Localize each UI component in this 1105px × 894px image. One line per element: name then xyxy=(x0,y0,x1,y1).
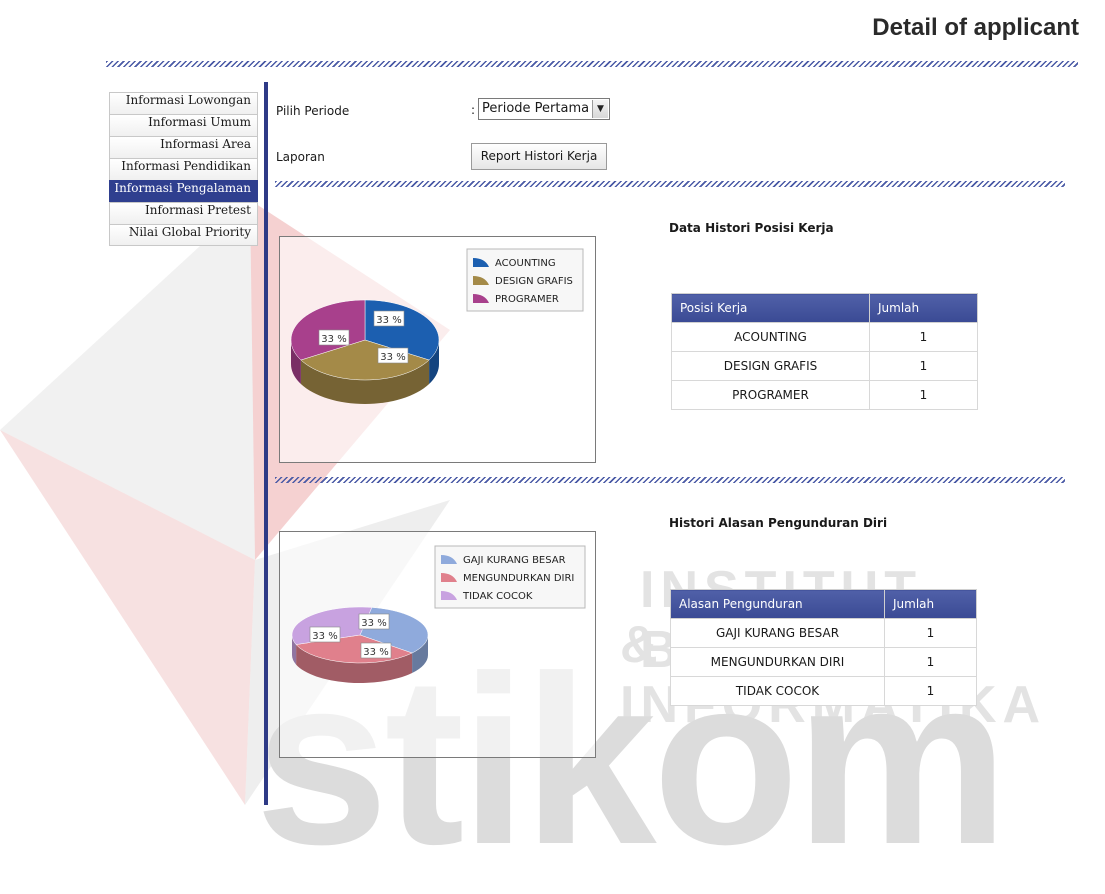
data-label-text: 33 % xyxy=(380,352,405,363)
chevron-down-icon[interactable]: ▼ xyxy=(592,100,608,118)
table-cell: PROGRAMER xyxy=(671,380,870,410)
pie-data-label: 33 % xyxy=(373,310,405,327)
page-title: Detail of applicant xyxy=(872,14,1079,41)
sidebar-item-lowongan[interactable]: Informasi Lowongan xyxy=(109,92,258,114)
column-header: Alasan Pengunduran xyxy=(670,589,885,619)
table-cell: 1 xyxy=(884,676,977,706)
table-cell: GAJI KURANG BESAR xyxy=(670,618,885,648)
data-label-text: 33 % xyxy=(321,334,346,345)
table-cell: DESIGN GRAFIS xyxy=(671,351,870,381)
report-histori-kerja-button[interactable]: Report Histori Kerja xyxy=(471,143,607,170)
pie-chart-svg-2: 33 % 33 % 33 % GAJI KURANG BESAR MENGUNDURKA… xyxy=(291,545,586,683)
section-divider-1 xyxy=(275,181,1065,187)
legend-label: ACOUNTING xyxy=(495,258,556,269)
legend-label: MENGUNDURKAN DIRI xyxy=(463,573,574,584)
table-row: ACOUNTING 1 xyxy=(671,322,978,352)
section-title-posisi-kerja: Data Histori Posisi Kerja xyxy=(669,221,834,235)
table-header-row: Posisi Kerja Jumlah xyxy=(671,293,978,323)
sidebar-item-area[interactable]: Informasi Area xyxy=(109,136,258,158)
table-row: PROGRAMER 1 xyxy=(671,380,978,410)
table-cell: ACOUNTING xyxy=(671,322,870,352)
sidebar-menu: Informasi Lowongan Informasi Umum Inform… xyxy=(109,92,258,246)
pie-data-label: 33 % xyxy=(318,329,350,346)
pie-data-label: 33 % xyxy=(358,613,390,630)
legend-label: TIDAK COCOK xyxy=(462,591,533,602)
chart-legend: ACOUNTING DESIGN GRAFIS PROGRAMER xyxy=(466,248,584,312)
table-cell: 1 xyxy=(884,647,977,677)
data-label-text: 33 % xyxy=(376,315,401,326)
table-cell: 1 xyxy=(869,322,978,352)
pie-data-label: 33 % xyxy=(309,626,341,643)
laporan-label: Laporan xyxy=(276,150,325,164)
table-cell: TIDAK COCOK xyxy=(670,676,885,706)
table-cell: 1 xyxy=(884,618,977,648)
data-label-text: 33 % xyxy=(361,618,386,629)
sidebar-item-global-priority[interactable]: Nilai Global Priority xyxy=(109,224,258,246)
periode-colon: : xyxy=(471,103,476,117)
pie-chart-svg-1: 33 % 33 % 33 % ACOUNTING DESIGN GRAFIS PROGRA… xyxy=(290,248,584,404)
periode-select-value: Periode Pertama xyxy=(482,101,590,116)
table-posisi-kerja: Posisi Kerja Jumlah ACOUNTING 1 DESIGN G… xyxy=(671,293,978,410)
chart-legend: GAJI KURANG BESAR MENGUNDURKAN DIRI TIDAK … xyxy=(434,545,586,609)
pie-chart-alasan-pengunduran: 33 % 33 % 33 % GAJI KURANG BESAR MENGUNDURKA… xyxy=(279,531,596,758)
legend-label: PROGRAMER xyxy=(495,294,559,305)
table-alasan-pengunduran: Alasan Pengunduran Jumlah GAJI KURANG BE… xyxy=(670,589,977,706)
sidebar-item-pengalaman[interactable]: Informasi Pengalaman xyxy=(109,180,258,202)
legend-label: DESIGN GRAFIS xyxy=(495,276,573,287)
table-header-row: Alasan Pengunduran Jumlah xyxy=(670,589,977,619)
pie-data-label: 33 % xyxy=(377,347,409,364)
vertical-divider xyxy=(264,82,268,805)
sidebar-item-umum[interactable]: Informasi Umum xyxy=(109,114,258,136)
sidebar-item-pretest[interactable]: Informasi Pretest xyxy=(109,202,258,224)
table-row: TIDAK COCOK 1 xyxy=(670,676,977,706)
section-divider-2 xyxy=(275,477,1065,483)
column-header: Jumlah xyxy=(869,293,978,323)
column-header: Posisi Kerja xyxy=(671,293,870,323)
table-cell: MENGUNDURKAN DIRI xyxy=(670,647,885,677)
section-title-alasan-pengunduran: Histori Alasan Pengunduran Diri xyxy=(669,516,888,530)
top-divider xyxy=(106,61,1078,67)
periode-select[interactable]: Periode Pertama ▼ xyxy=(478,98,610,120)
pie-data-label: 33 % xyxy=(360,642,392,659)
table-row: DESIGN GRAFIS 1 xyxy=(671,351,978,381)
legend-label: GAJI KURANG BESAR xyxy=(463,555,566,566)
periode-label: Pilih Periode xyxy=(276,104,350,118)
pie-chart-posisi-kerja: 33 % 33 % 33 % ACOUNTING DESIGN GRAFIS PROGRA… xyxy=(279,236,596,463)
table-row: MENGUNDURKAN DIRI 1 xyxy=(670,647,977,677)
sidebar-item-pendidikan[interactable]: Informasi Pendidikan xyxy=(109,158,258,180)
data-label-text: 33 % xyxy=(363,647,388,658)
table-cell: 1 xyxy=(869,351,978,381)
data-label-text: 33 % xyxy=(312,631,337,642)
column-header: Jumlah xyxy=(884,589,977,619)
table-row: GAJI KURANG BESAR 1 xyxy=(670,618,977,648)
table-cell: 1 xyxy=(869,380,978,410)
